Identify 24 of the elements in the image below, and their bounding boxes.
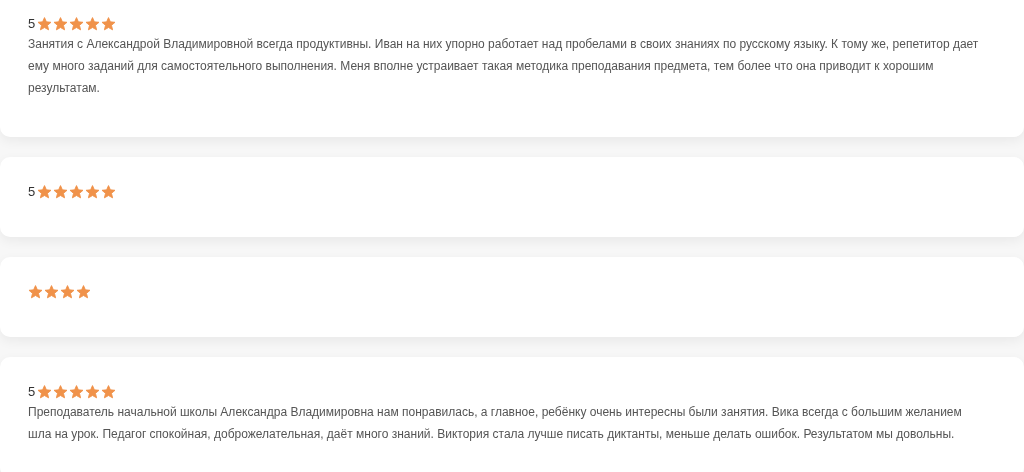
rating-value: 5	[28, 15, 36, 34]
star-icon	[53, 385, 69, 399]
star-icon	[37, 385, 53, 399]
star-icon	[101, 17, 117, 31]
star-icon	[69, 17, 85, 31]
star-icon	[85, 17, 101, 31]
star-icon	[76, 285, 91, 299]
star-icon	[101, 385, 117, 399]
review-text: Занятия с Александрой Владимировной всегда продуктивны. Иван на них упорно работает над пробелами в своих знаниях по русскому языку. К тому же, репетитор дает ему много заданий для самостоятельного выполнения. Меня вполне устраивает такая методика преподавания предмета, тем более что она приводит к хорошим результатам.	[28, 36, 980, 97]
star-icon	[28, 285, 43, 299]
star-icon	[44, 285, 59, 299]
star-icon	[85, 185, 101, 199]
star-icon	[53, 17, 69, 31]
star-icon	[69, 385, 85, 399]
star-icon	[60, 285, 75, 299]
review-text: Преподаватель начальной школы Александра Владимировна нам понравилась, а главное, ребёнку очень интересны были занятия. Вика всегда с большим желанием шла на урок. Педагог спокойная, доброжелательная, даёт много знаний. Виктория стала лучше писать диктанты, меньше делать ошибок. Результатом мы довольны.	[28, 404, 963, 443]
star-icon	[101, 185, 117, 199]
star-icon	[69, 185, 85, 199]
star-icon	[37, 185, 53, 199]
star-icon	[85, 385, 101, 399]
rating-value: 5	[28, 383, 36, 402]
rating-value: 5	[28, 183, 36, 202]
star-icon	[53, 185, 69, 199]
star-icon	[37, 17, 53, 31]
